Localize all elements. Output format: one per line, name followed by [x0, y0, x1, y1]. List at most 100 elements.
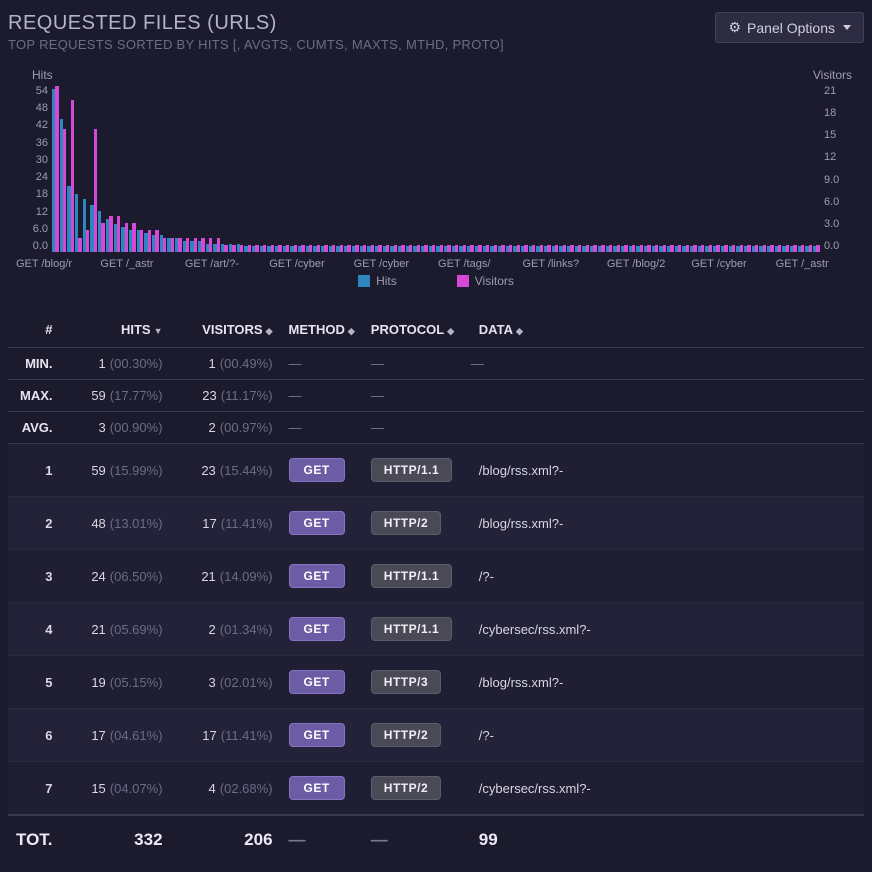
- table-row[interactable]: 519(05.15%)3(02.01%)GETHTTP/3/blog/rss.x…: [8, 656, 864, 709]
- bar-group[interactable]: [152, 86, 159, 252]
- table-row[interactable]: 159(15.99%)23(15.44%)GETHTTP/1.1/blog/rs…: [8, 444, 864, 497]
- bar-group[interactable]: [606, 86, 613, 252]
- bar-group[interactable]: [190, 86, 197, 252]
- bar-group[interactable]: [713, 86, 720, 252]
- col-header-hits[interactable]: HITS▼: [61, 312, 171, 348]
- bar-group[interactable]: [336, 86, 343, 252]
- bar-group[interactable]: [629, 86, 636, 252]
- bar-group[interactable]: [114, 86, 121, 252]
- table-row[interactable]: 617(04.61%)17(11.41%)GETHTTP/2/?-: [8, 709, 864, 762]
- bar-group[interactable]: [506, 86, 513, 252]
- bar-group[interactable]: [590, 86, 597, 252]
- bar-group[interactable]: [106, 86, 113, 252]
- bar-group[interactable]: [298, 86, 305, 252]
- col-header-idx[interactable]: #: [8, 312, 61, 348]
- bar-group[interactable]: [621, 86, 628, 252]
- bar-group[interactable]: [644, 86, 651, 252]
- panel-options-button[interactable]: ⚙ Panel Options: [715, 12, 864, 43]
- bar-group[interactable]: [529, 86, 536, 252]
- bar-group[interactable]: [75, 86, 82, 252]
- bar-group[interactable]: [183, 86, 190, 252]
- bar-group[interactable]: [752, 86, 759, 252]
- bar-group[interactable]: [144, 86, 151, 252]
- bar-group[interactable]: [121, 86, 128, 252]
- bar-group[interactable]: [467, 86, 474, 252]
- bar-group[interactable]: [805, 86, 812, 252]
- bar-group[interactable]: [175, 86, 182, 252]
- bar-group[interactable]: [421, 86, 428, 252]
- bar-group[interactable]: [137, 86, 144, 252]
- bar-group[interactable]: [244, 86, 251, 252]
- bar-group[interactable]: [360, 86, 367, 252]
- bar-group[interactable]: [613, 86, 620, 252]
- bar-group[interactable]: [167, 86, 174, 252]
- bar-group[interactable]: [52, 86, 59, 252]
- bar-group[interactable]: [406, 86, 413, 252]
- table-row[interactable]: 715(04.07%)4(02.68%)GETHTTP/2/cybersec/r…: [8, 762, 864, 816]
- table-row[interactable]: 421(05.69%)2(01.34%)GETHTTP/1.1/cybersec…: [8, 603, 864, 656]
- bar-group[interactable]: [260, 86, 267, 252]
- bar-group[interactable]: [552, 86, 559, 252]
- bar-group[interactable]: [790, 86, 797, 252]
- bar-group[interactable]: [582, 86, 589, 252]
- bar-group[interactable]: [290, 86, 297, 252]
- bar-group[interactable]: [444, 86, 451, 252]
- bar-group[interactable]: [67, 86, 74, 252]
- bar-group[interactable]: [306, 86, 313, 252]
- bar-group[interactable]: [483, 86, 490, 252]
- bar-group[interactable]: [213, 86, 220, 252]
- bar-group[interactable]: [521, 86, 528, 252]
- bar-group[interactable]: [206, 86, 213, 252]
- bar-group[interactable]: [775, 86, 782, 252]
- bar-group[interactable]: [705, 86, 712, 252]
- bar-group[interactable]: [352, 86, 359, 252]
- bar-group[interactable]: [160, 86, 167, 252]
- bar-group[interactable]: [698, 86, 705, 252]
- bar-group[interactable]: [652, 86, 659, 252]
- bar-group[interactable]: [767, 86, 774, 252]
- bar-group[interactable]: [498, 86, 505, 252]
- bar-group[interactable]: [782, 86, 789, 252]
- bar-group[interactable]: [198, 86, 205, 252]
- bar-group[interactable]: [452, 86, 459, 252]
- bar-group[interactable]: [544, 86, 551, 252]
- col-header-protocol[interactable]: PROTOCOL◆: [363, 312, 463, 348]
- bar-group[interactable]: [567, 86, 574, 252]
- bar-group[interactable]: [798, 86, 805, 252]
- bar-group[interactable]: [659, 86, 666, 252]
- bar-group[interactable]: [390, 86, 397, 252]
- bar-group[interactable]: [559, 86, 566, 252]
- bar-group[interactable]: [252, 86, 259, 252]
- bar-group[interactable]: [475, 86, 482, 252]
- bar-group[interactable]: [459, 86, 466, 252]
- bar-group[interactable]: [90, 86, 97, 252]
- bar-group[interactable]: [490, 86, 497, 252]
- bar-group[interactable]: [221, 86, 228, 252]
- bar-group[interactable]: [413, 86, 420, 252]
- bar-group[interactable]: [536, 86, 543, 252]
- bar-group[interactable]: [267, 86, 274, 252]
- bar-group[interactable]: [283, 86, 290, 252]
- bar-group[interactable]: [129, 86, 136, 252]
- col-header-data[interactable]: DATA◆: [463, 312, 864, 348]
- bar-group[interactable]: [383, 86, 390, 252]
- table-row[interactable]: 248(13.01%)17(11.41%)GETHTTP/2/blog/rss.…: [8, 497, 864, 550]
- bar-group[interactable]: [375, 86, 382, 252]
- bar-group[interactable]: [313, 86, 320, 252]
- bar-group[interactable]: [321, 86, 328, 252]
- bar-group[interactable]: [813, 86, 820, 252]
- bar-group[interactable]: [636, 86, 643, 252]
- bar-group[interactable]: [344, 86, 351, 252]
- bar-group[interactable]: [513, 86, 520, 252]
- bar-group[interactable]: [367, 86, 374, 252]
- table-row[interactable]: 324(06.50%)21(14.09%)GETHTTP/1.1/?-: [8, 550, 864, 603]
- bar-group[interactable]: [729, 86, 736, 252]
- bar-group[interactable]: [675, 86, 682, 252]
- bar-group[interactable]: [237, 86, 244, 252]
- bar-group[interactable]: [744, 86, 751, 252]
- bar-group[interactable]: [60, 86, 67, 252]
- bar-group[interactable]: [690, 86, 697, 252]
- bar-group[interactable]: [229, 86, 236, 252]
- bar-group[interactable]: [83, 86, 90, 252]
- bar-group[interactable]: [682, 86, 689, 252]
